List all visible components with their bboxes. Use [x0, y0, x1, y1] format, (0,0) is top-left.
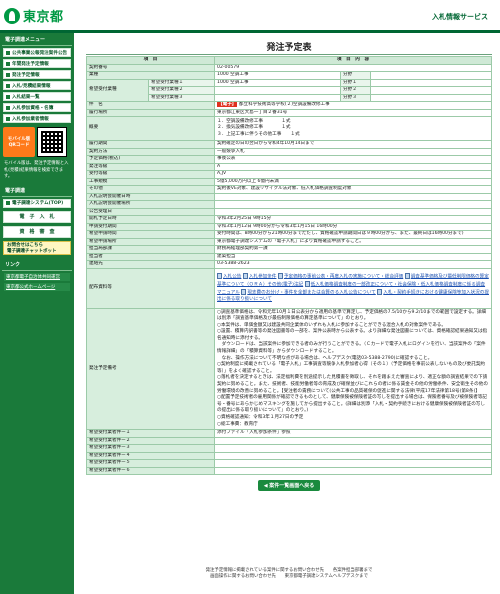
table-row: 予定価格(税込) 事後公表: [85, 155, 492, 164]
electronic-tag: 【電子】: [217, 102, 238, 107]
bullet-icon: [6, 105, 10, 110]
table-row: 開札予定日時 令和3年2月25日 9時15分: [85, 215, 492, 224]
table-row: 件 名 【電子】 都立科学技術高等学校(２)空調設備改修工事: [85, 101, 492, 110]
col-header-content: 項 目 内 容: [214, 56, 492, 65]
table-row: 希望受付業者件ー１ 添付ファイル「入札参加条件」参照: [85, 429, 492, 438]
document-icon: [241, 288, 247, 295]
table-row: 希望受付業者件ー６: [85, 466, 492, 476]
doc-link-price-disclosure[interactable]: 予定価格の事前公表・再度入札の実施について・総合評価: [284, 274, 403, 279]
sidebar-heading-e-procurement: 電子調達: [2, 184, 72, 197]
col-header-item: 項 目: [85, 56, 216, 65]
table-row: 履行場所 東京都江東区大島一丁目２番31号: [85, 108, 492, 117]
sidebar-item-qualification[interactable]: 入札参加資格・名簿: [3, 103, 71, 112]
table-row: 発注予定備考 ○調査基準価格は、令和元年10月１日公表分から適用の基準で算定し、…: [85, 307, 492, 431]
bullet-icon: [6, 61, 10, 66]
bullet-icon: [6, 50, 10, 55]
mobile-version-badge[interactable]: モバイル版 QRコード: [3, 127, 35, 157]
site-name: 入札情報サービス: [432, 13, 488, 21]
mobile-note: モバイル版は、発注予定情報と入札(見積)結果情報を検索できます。: [4, 161, 69, 179]
sidebar-heading-procurement: 電子調達メニュー: [2, 33, 72, 46]
sidebar-item-procurement-top[interactable]: 電子調達システム(TOP): [3, 198, 71, 208]
document-links: 入札公告 入札参加条件 予定価格の事前公表・再度入札の実施について・総合評価 調…: [214, 267, 492, 309]
sidebar-heading-links: リンク: [2, 258, 72, 271]
doc-link-conditions[interactable]: 入札参加条件: [249, 274, 277, 279]
link-tokyo-official[interactable]: 東京都公式ホームページ: [4, 282, 70, 291]
bullet-icon: [6, 72, 10, 77]
document-icon: [242, 272, 248, 279]
sidebar-item-order-schedule[interactable]: 発注予定情報: [3, 70, 71, 79]
table-row: 入札説明会開催場所: [85, 200, 492, 209]
main-content: 発注予定表 項 目 項 目 内 容 契約番号 02-00579 業種 1000 …: [85, 33, 492, 492]
bullet-icon: [6, 83, 10, 88]
table-row: 受付等級 A,JV: [85, 170, 492, 179]
sidebar-item-public-notice[interactable]: 公共事業公報発注案件公告: [3, 48, 71, 57]
qr-code-icon: [37, 127, 67, 157]
doc-link-split[interactable]: 現支費のお分け・事件を全部または合算のる入札公告について: [247, 290, 376, 295]
table-row: 希望受付業種 希望受付業種１ 1000 空調工事 分野１: [86, 78, 492, 102]
table-row: 希望申請時間 受付時間は、8時00分から21時00分までただし、資格確認申請期間日…: [85, 230, 492, 239]
table-row: 履行期間 契約確定の日の翌日から令和4年10月14日まで: [85, 140, 492, 149]
table-row: 業種 1000 空調工事 分野: [85, 71, 492, 80]
table-row: 発注等級 A: [85, 162, 492, 171]
document-icon: [377, 288, 383, 295]
document-icon: [277, 272, 283, 279]
table-row: 申請受付期間 令和3年1月12日 9時00分から令和3年1月15日 16時00分: [85, 222, 492, 231]
table-row: 配布資料等 入札公告 入札参加条件 予定価格の事前公表・再度入札の実施について・…: [85, 267, 492, 309]
document-icon: [217, 272, 223, 279]
subject-value: 【電子】 都立科学技術高等学校(２)空調設備改修工事: [214, 101, 492, 110]
table-header-row: 項 目 項 目 内 容: [85, 56, 492, 65]
table-row: 公告受理日: [85, 207, 492, 216]
table-row: その他 契約後VE対象、建設リサイクル法対象、低入札価格調査制度対象: [85, 185, 492, 194]
bullet-icon: [6, 201, 10, 205]
table-row: 契約番号 02-00579: [85, 63, 492, 72]
sidebar-item-participants[interactable]: 入札参加業者情報: [3, 114, 71, 123]
sidebar-item-annual-schedule[interactable]: 年間発注予定情報: [3, 59, 71, 68]
page-header: 東京都 入札情報サービス: [0, 0, 500, 33]
tokyo-logo[interactable]: 東京都: [4, 6, 64, 25]
document-icon: [404, 272, 410, 279]
table-row: 担当者 建築担当: [85, 252, 492, 261]
table-row: 希望受付業者件ー５: [85, 459, 492, 468]
title-divider: [86, 54, 492, 55]
sidebar-item-e-bidding[interactable]: 電 子 入 札: [3, 210, 71, 223]
detail-table: 項 目 項 目 内 容 契約番号 02-00579 業種 1000 空調工事 分…: [85, 56, 492, 476]
table-row: 希望受付業者件ー３: [85, 444, 492, 453]
page-title: 発注予定表: [266, 43, 312, 53]
sidebar-item-result-list[interactable]: 入札結果一覧: [3, 92, 71, 101]
table-row: 担当局部課 財務局経理部契約第一課: [85, 245, 492, 254]
bullet-icon: [6, 116, 10, 121]
table-row: 概要 １．空調設備改修工事 １式 ２．換気設備改修工事 １式 ３．上記工事に伴う…: [85, 116, 492, 141]
table-row: 希望申請場所 東京都電子調達システムの「電子入札」により資格確認申請すること。: [85, 237, 492, 246]
sidebar: 電子調達メニュー 公共事業公報発注案件公告 年間発注予定情報 発注予定情報 入札…: [0, 33, 74, 594]
chatbot-banner[interactable]: お問合せはこちら 電子調達チャットボット: [3, 240, 71, 255]
sidebar-item-bid-results[interactable]: 入札/見積結果情報: [3, 81, 71, 90]
document-icon: [304, 280, 310, 287]
back-to-list-button[interactable]: ◀ 案件一覧画面へ戻る: [257, 480, 321, 492]
remarks-value: ○調査基準価格は、令和元年10月１日公表分から適用の基準で算定し、予定価格の7.…: [214, 307, 492, 431]
table-row: 工事規模 5億5,000万円以上 6億円未満: [85, 177, 492, 186]
tokyo-emblem-icon: [4, 7, 20, 24]
table-row: 連絡先 03-5388-2623: [85, 260, 492, 269]
mobile-box: モバイル版 QRコード: [3, 127, 71, 157]
link-e-government[interactable]: 東京都電子自治体共同運営: [4, 272, 70, 281]
doc-link-notice[interactable]: 入札公告: [223, 274, 241, 279]
table-row: 契約方法 一般競争入札: [85, 147, 492, 156]
bullet-icon: [6, 94, 10, 99]
page-footer: 発注予定情報に掲載されている案件に関するお問い合わせ先 各案件担当部署まで 画面…: [205, 568, 373, 579]
sidebar-item-qualification-review[interactable]: 資 格 審 査: [3, 225, 71, 238]
logo-text: 東京都: [23, 10, 64, 25]
table-row: 希望受付業者件ー２: [85, 436, 492, 446]
table-row: 希望受付業者件ー４: [85, 451, 492, 461]
outline-value: １．空調設備改修工事 １式 ２．換気設備改修工事 １式 ３．上記工事に伴うその他…: [214, 116, 492, 141]
contract-number: 02-00579: [214, 63, 492, 72]
table-row: 入札説明会開催日時: [85, 192, 492, 201]
